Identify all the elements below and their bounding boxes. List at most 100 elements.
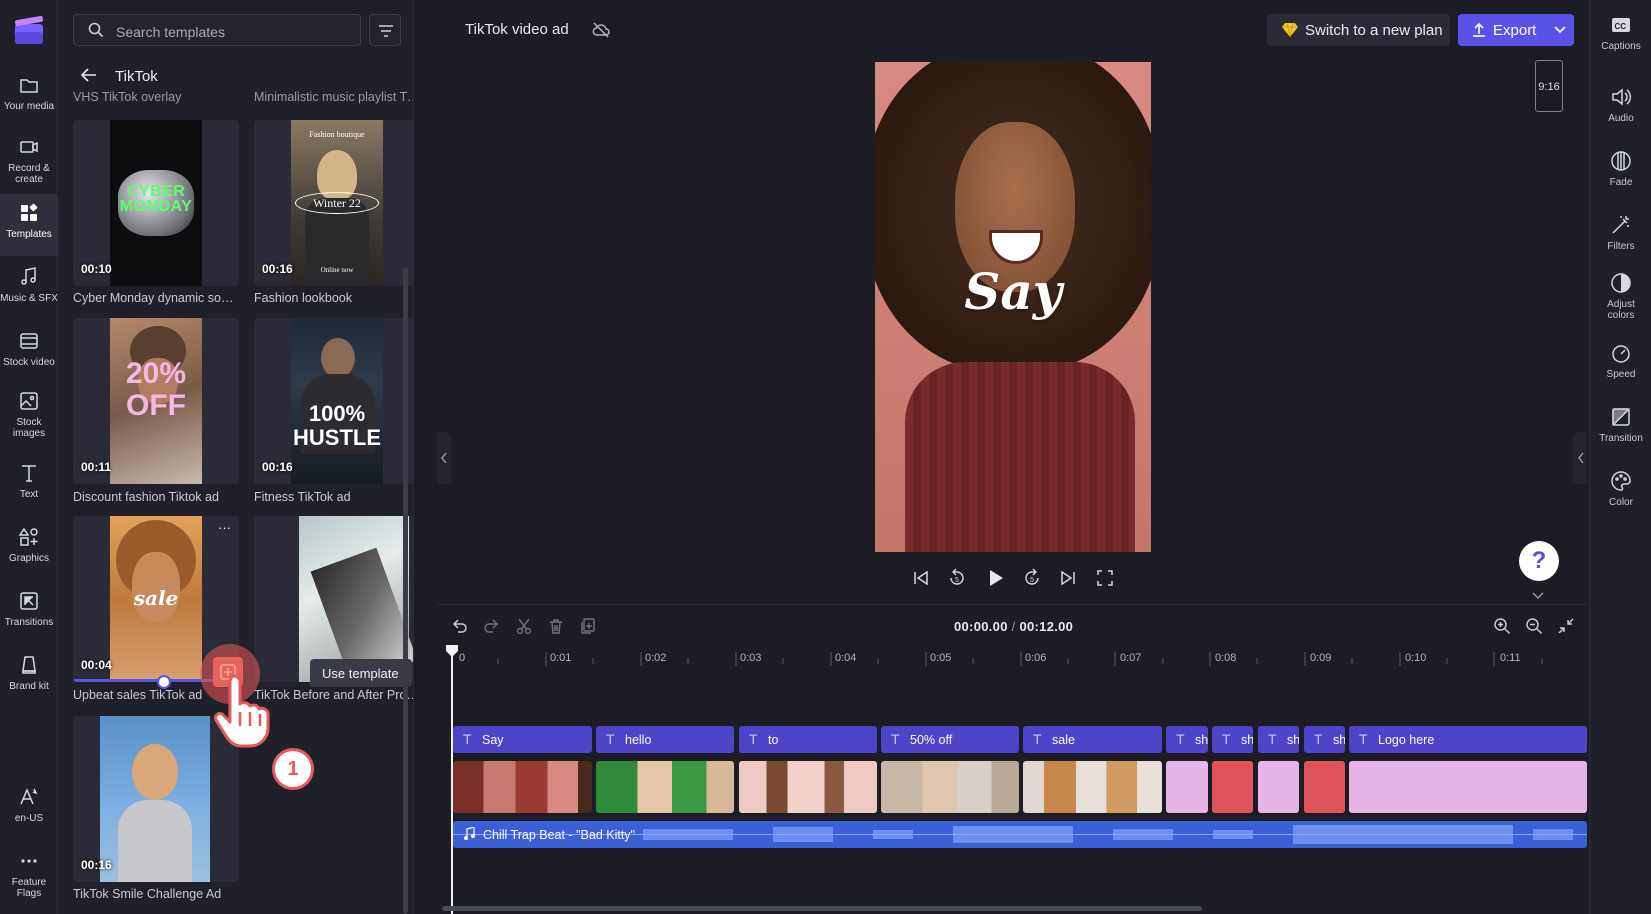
- rail-speed[interactable]: Speed: [1590, 342, 1651, 380]
- rail-fade[interactable]: Fade: [1590, 150, 1651, 188]
- template-card-cyber-monday[interactable]: CYBER MONDAY 00:10: [73, 120, 239, 286]
- nav-language[interactable]: en-US: [0, 778, 58, 840]
- templates-panel: Search templates TikTok VHS TikTok overl…: [58, 0, 414, 914]
- text-clip[interactable]: Thello: [596, 726, 734, 753]
- rail-transition[interactable]: Transition: [1590, 406, 1651, 444]
- text-clip[interactable]: T Say: [453, 726, 592, 753]
- zoom-out-icon[interactable]: [1525, 617, 1543, 635]
- nav-feature-flags[interactable]: Feature Flags: [0, 842, 58, 904]
- rail-label: Filters: [1607, 241, 1635, 252]
- nav-record-create[interactable]: Record & create: [0, 128, 58, 190]
- nav-brand-kit[interactable]: Brand kit: [0, 646, 58, 708]
- right-properties-rail: CC Captions Audio Fade Filters Adjust co…: [1589, 0, 1651, 914]
- color-clip[interactable]: [1304, 761, 1345, 813]
- delete-icon[interactable]: [547, 617, 565, 635]
- fullscreen-icon[interactable]: [1096, 569, 1114, 587]
- text-clip[interactable]: T Logo here: [1349, 726, 1587, 753]
- aspect-ratio-button[interactable]: 9:16: [1535, 60, 1563, 112]
- text-clip[interactable]: Tsh: [1304, 726, 1345, 753]
- audio-clip[interactable]: Chill Trap Beat - "Bad Kitty": [453, 821, 1587, 848]
- nav-stock-images[interactable]: Stock images: [0, 382, 58, 444]
- video-clip[interactable]: [881, 761, 1019, 813]
- wand-icon: [1610, 214, 1632, 236]
- film-icon: [18, 330, 40, 352]
- color-clip[interactable]: [1349, 761, 1587, 813]
- rail-label: Captions: [1601, 41, 1641, 52]
- color-clip[interactable]: [1166, 761, 1208, 813]
- thumb-top-text: Fashion boutique: [309, 130, 365, 139]
- palette-icon: [1610, 470, 1632, 492]
- video-clip[interactable]: [453, 761, 592, 813]
- ruler-label: 0:07: [1120, 652, 1142, 664]
- rail-filters[interactable]: Filters: [1590, 214, 1651, 252]
- panel-scrollbar[interactable]: [403, 268, 408, 914]
- search-icon: [88, 22, 104, 38]
- category-title: TikTok: [115, 68, 158, 85]
- cloud-off-icon: [591, 20, 611, 40]
- forward-5-icon[interactable]: 5: [1022, 568, 1042, 588]
- preview-overlay-text: Say: [964, 262, 1062, 321]
- fit-timeline-icon[interactable]: [1557, 617, 1575, 635]
- color-clip[interactable]: [1258, 761, 1299, 813]
- rewind-5-icon[interactable]: 5: [947, 568, 967, 588]
- rail-label: Speed: [1606, 369, 1636, 380]
- video-clip[interactable]: [739, 761, 877, 813]
- rail-adjust-colors[interactable]: Adjust colors: [1590, 272, 1651, 321]
- nav-text[interactable]: Text: [0, 454, 58, 516]
- card-more-button[interactable]: ···: [218, 520, 231, 535]
- template-card-fitness[interactable]: 100% HUSTLE 00:16: [254, 318, 413, 484]
- skip-end-icon[interactable]: [1059, 569, 1077, 587]
- text-clip[interactable]: Tsh: [1212, 726, 1253, 753]
- nav-stock-video[interactable]: Stock video: [0, 322, 58, 384]
- duplicate-icon[interactable]: [579, 617, 597, 635]
- template-card-before-after[interactable]: [254, 516, 413, 682]
- collapse-left-panel[interactable]: [437, 432, 451, 484]
- more-icon: [18, 850, 40, 872]
- text-clip[interactable]: Tsh: [1258, 726, 1299, 753]
- text-clip[interactable]: Tsh: [1166, 726, 1208, 753]
- nav-your-media[interactable]: Your media: [0, 66, 58, 128]
- redo-icon[interactable]: [482, 617, 500, 635]
- rail-captions[interactable]: CC Captions: [1590, 14, 1651, 52]
- back-arrow-icon[interactable]: [80, 66, 98, 84]
- export-button[interactable]: Export: [1458, 14, 1574, 46]
- captions-icon: CC: [1610, 14, 1632, 36]
- video-clip[interactable]: [1023, 761, 1162, 813]
- duration-badge: 00:16: [262, 262, 293, 276]
- text-clip[interactable]: Tto: [739, 726, 877, 753]
- search-input[interactable]: Search templates: [73, 14, 361, 46]
- collapse-right-panel[interactable]: [1573, 432, 1587, 484]
- rail-color[interactable]: Color: [1590, 470, 1651, 508]
- split-icon[interactable]: [515, 617, 533, 635]
- video-preview[interactable]: Say: [875, 62, 1151, 552]
- nav-label: Your media: [3, 101, 55, 112]
- scrub-handle[interactable]: [157, 675, 171, 689]
- zoom-in-icon[interactable]: [1493, 617, 1511, 635]
- nav-music-sfx[interactable]: Music & SFX: [0, 258, 58, 320]
- template-card-fashion-lookbook[interactable]: Fashion boutique Winter 22 Online now 00…: [254, 120, 413, 286]
- undo-icon[interactable]: [451, 617, 469, 635]
- nav-graphics[interactable]: Graphics: [0, 518, 58, 580]
- playhead[interactable]: [451, 648, 453, 914]
- text-clip[interactable]: Tsale: [1023, 726, 1162, 753]
- playhead-handle[interactable]: [445, 644, 459, 658]
- nav-templates[interactable]: Templates: [0, 194, 58, 256]
- timeline-scrollbar[interactable]: [442, 906, 1202, 911]
- color-clip[interactable]: [1212, 761, 1253, 813]
- nav-transitions[interactable]: Transitions: [0, 582, 58, 644]
- rail-label: Adjust colors: [1607, 299, 1635, 321]
- filter-button[interactable]: [369, 14, 401, 46]
- help-button[interactable]: ?: [1519, 541, 1559, 581]
- video-clip[interactable]: [596, 761, 734, 813]
- chevron-down-icon[interactable]: [1531, 591, 1545, 601]
- template-card-discount-fashion[interactable]: 20% OFF 00:11: [73, 318, 239, 484]
- rail-audio[interactable]: Audio: [1590, 86, 1651, 124]
- skip-start-icon[interactable]: [912, 569, 930, 587]
- text-clip[interactable]: T 50% off: [881, 726, 1019, 753]
- play-icon[interactable]: [985, 568, 1005, 588]
- music-icon: [18, 266, 40, 288]
- ruler-label: 0:06: [1025, 652, 1047, 664]
- partial-card-label: VHS TikTok overlay: [73, 90, 182, 104]
- switch-plan-button[interactable]: Switch to a new plan: [1267, 14, 1450, 46]
- project-title[interactable]: TikTok video ad: [465, 21, 569, 38]
